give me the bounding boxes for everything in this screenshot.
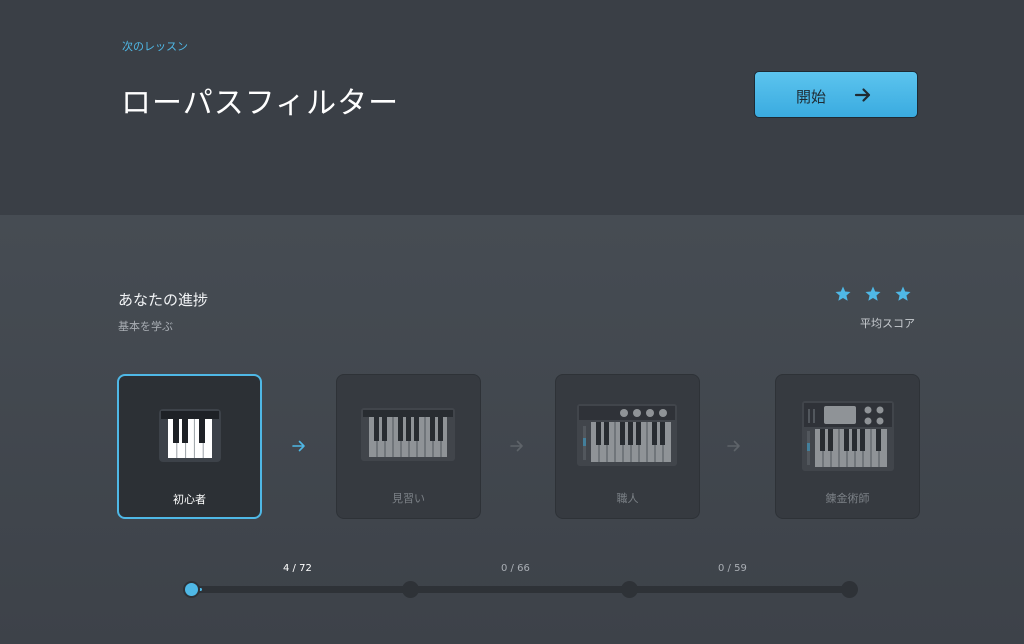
progress-track <box>190 586 850 593</box>
level-card-beginner[interactable]: 初心者 <box>117 374 262 519</box>
start-button-label: 開始 <box>796 88 827 106</box>
lesson-count-artisan: 0 / 59 <box>718 563 747 574</box>
average-score-stars <box>834 285 912 303</box>
level-name-artisan: 職人 <box>616 492 639 505</box>
synthesizer-icon <box>577 404 677 466</box>
arrow-right-icon <box>292 440 305 452</box>
progress-node-apprentice[interactable] <box>402 581 419 598</box>
mini-piano-icon <box>159 409 221 462</box>
arrow-right-icon <box>727 440 740 452</box>
progress-subtitle: 基本を学ぶ <box>118 320 173 333</box>
level-card-apprentice[interactable]: 見習い <box>336 374 481 519</box>
star-icon <box>865 286 881 301</box>
progress-title: あなたの進捗 <box>118 291 209 309</box>
lesson-count-apprentice: 0 / 66 <box>501 563 530 574</box>
workstation-icon <box>802 401 894 471</box>
next-lesson-label: 次のレッスン <box>122 40 188 53</box>
progress-node-artisan[interactable] <box>621 581 638 598</box>
level-name-apprentice: 見習い <box>392 492 425 505</box>
progress-node-beginner[interactable] <box>183 581 200 598</box>
lesson-title: ローパスフィルター <box>121 86 400 121</box>
progress-node-alchemist[interactable] <box>841 581 858 598</box>
level-name-alchemist: 錬金術師 <box>825 492 870 505</box>
arrow-right-icon <box>854 88 871 102</box>
level-card-artisan[interactable]: 職人 <box>555 374 700 519</box>
level-name-beginner: 初心者 <box>173 493 206 506</box>
level-card-alchemist[interactable]: 錬金術師 <box>775 374 920 519</box>
start-button[interactable]: 開始 <box>754 71 918 118</box>
keyboard-icon <box>361 408 455 461</box>
lesson-count-beginner: 4 / 72 <box>283 563 312 574</box>
star-icon <box>895 286 911 301</box>
average-score-label: 平均スコア <box>860 317 915 330</box>
star-icon <box>835 286 851 301</box>
arrow-right-icon <box>510 440 523 452</box>
